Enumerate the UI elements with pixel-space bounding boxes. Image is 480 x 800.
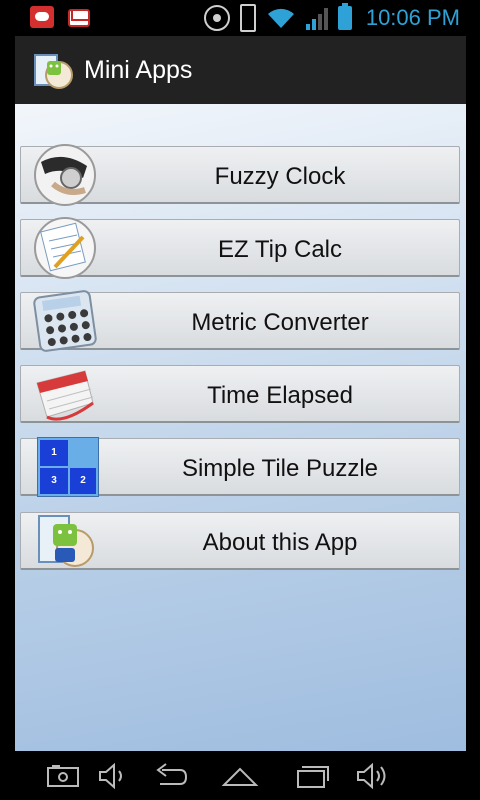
recent-apps-icon[interactable] bbox=[290, 759, 334, 793]
about-this-app-button[interactable]: About this App bbox=[20, 512, 460, 570]
watch-icon bbox=[34, 144, 96, 206]
tile-2: 2 bbox=[70, 468, 96, 494]
metric-converter-button[interactable]: Metric Converter bbox=[20, 290, 460, 352]
status-time: 10:06 PM bbox=[365, 5, 460, 30]
screenshot-icon[interactable] bbox=[42, 759, 86, 793]
signal-icon bbox=[305, 6, 328, 30]
menu-item-label: EZ Tip Calc bbox=[217, 236, 343, 263]
tile-3: 3 bbox=[40, 468, 68, 494]
gps-icon bbox=[203, 5, 230, 31]
action-bar: Mini Apps bbox=[15, 36, 466, 105]
cloud-notification-icon bbox=[30, 6, 54, 28]
battery-icon bbox=[337, 3, 352, 30]
gmail-notification-icon bbox=[68, 9, 90, 27]
android-app-icon bbox=[38, 515, 94, 567]
main-content: Fuzzy Clock EZ Tip Calc Metric Converter bbox=[15, 104, 466, 751]
vibrate-icon bbox=[239, 4, 256, 32]
calculator-icon bbox=[33, 290, 97, 352]
navigation-bar bbox=[0, 751, 480, 800]
wifi-icon bbox=[267, 8, 294, 28]
menu-item-label: Time Elapsed bbox=[207, 382, 353, 409]
time-elapsed-button[interactable]: Time Elapsed bbox=[20, 365, 460, 423]
tile-puzzle-icon: 1 3 2 bbox=[37, 437, 99, 497]
back-icon[interactable] bbox=[148, 759, 192, 793]
home-icon[interactable] bbox=[218, 759, 262, 793]
menu-item-label: About this App bbox=[202, 529, 358, 556]
app-logo-icon[interactable] bbox=[33, 49, 75, 91]
status-bar: 10:06 PM bbox=[0, 0, 480, 36]
volume-up-icon[interactable] bbox=[350, 759, 394, 793]
menu-item-label: Simple Tile Puzzle bbox=[181, 455, 379, 482]
calendar-icon bbox=[36, 370, 94, 421]
menu-item-label: Fuzzy Clock bbox=[214, 163, 346, 190]
simple-tile-puzzle-button[interactable]: 1 3 2 Simple Tile Puzzle bbox=[20, 437, 460, 497]
page-title: Mini Apps bbox=[84, 56, 193, 84]
fuzzy-clock-button[interactable]: Fuzzy Clock bbox=[20, 144, 460, 206]
menu-item-label: Metric Converter bbox=[191, 309, 369, 336]
tile-1: 1 bbox=[40, 440, 68, 466]
ez-tip-calc-button[interactable]: EZ Tip Calc bbox=[20, 217, 460, 279]
volume-down-icon[interactable] bbox=[92, 759, 136, 793]
guest-check-icon bbox=[34, 217, 96, 279]
